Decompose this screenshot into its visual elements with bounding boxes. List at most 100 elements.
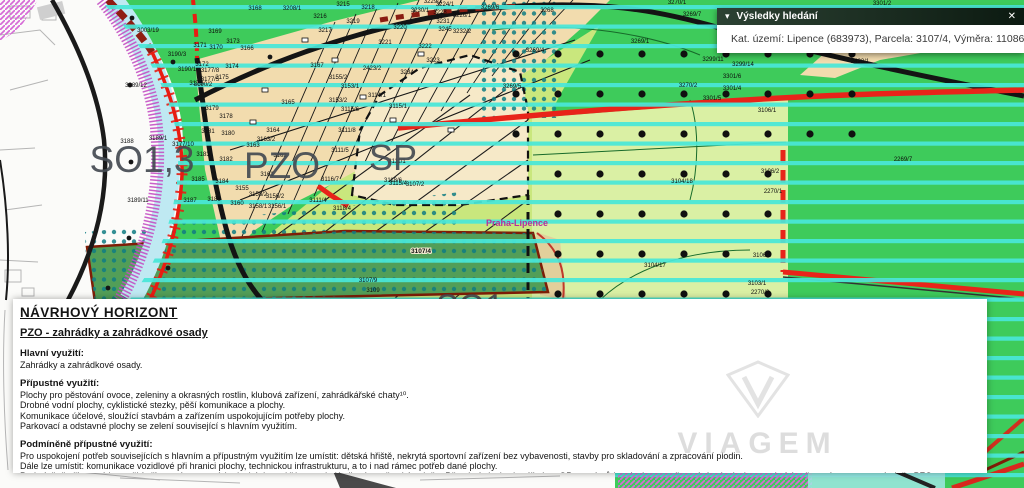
parcel-label: 3166 xyxy=(240,46,254,52)
parcel-label: 3226/1 xyxy=(453,13,472,19)
parcel-label: 3301/4 xyxy=(723,86,742,92)
parcel-label: 3183 xyxy=(196,152,210,158)
parcel-label: 3116/7 xyxy=(321,177,340,183)
section-line: Pro uspokojení potřeb souvisejících s hl… xyxy=(20,451,977,461)
parcel-label: 3230/1 xyxy=(411,8,430,14)
parcel-label: 3111/8 xyxy=(338,128,356,134)
parcel-label: 2423/1 xyxy=(851,59,870,65)
search-result-row[interactable]: Kat. území: Lipence (683973), Parcela: 3… xyxy=(717,25,1024,53)
parcel-label: 3182 xyxy=(219,157,233,163)
parcel-label: 3168 xyxy=(248,6,262,12)
parcel-label: 3189/12 xyxy=(125,83,147,89)
parcel-label: 3229/2 xyxy=(424,0,443,5)
parcel-label: 3170 xyxy=(209,45,223,51)
parcel-label: 3269/1 xyxy=(631,39,650,45)
parcel-label: 3107/2 xyxy=(406,182,425,188)
parcel-label: 3106/3 xyxy=(753,253,772,259)
parcel-label: 3190/2 xyxy=(194,82,213,88)
parcel-label: 3180 xyxy=(221,131,235,137)
parcel-label: 3164 xyxy=(266,128,280,134)
parcel-label: 3186 xyxy=(207,197,221,203)
parcel-label: 3220 xyxy=(393,25,407,31)
close-panel-icon[interactable]: ✕ xyxy=(1008,11,1016,22)
parcel-label: 3174 xyxy=(225,64,239,70)
parcel-label: 3156/2 xyxy=(266,194,285,200)
parcel-label: 3301/5 xyxy=(703,96,722,102)
parcel-label: 3178 xyxy=(219,114,233,120)
zoning-info-panel: NÁVRHOVÝ HORIZONT PZO - zahrádky a zahrá… xyxy=(13,299,987,473)
parcel-label: 3231 xyxy=(436,19,450,25)
parcel-label: 3218 xyxy=(361,5,375,11)
parcel-label: 3106/1 xyxy=(758,108,777,114)
parcel-label: 3215 xyxy=(336,2,350,8)
parcel-label: 3111/5 xyxy=(331,148,349,154)
parcel-label: 3269/7 xyxy=(683,12,702,18)
section-line: Plochy pro pěstování ovoce, zeleniny a o… xyxy=(20,390,977,400)
parcel-label: 3187 xyxy=(183,198,197,204)
parcel-label: 3217 xyxy=(318,28,332,34)
orchard-dots-east xyxy=(532,150,788,300)
section-heading-permitted-use: Přípustné využití: xyxy=(20,378,977,389)
section-line: Drobné vodní plochy, cyklistické stezky,… xyxy=(20,400,977,410)
parcel-label: 3165 xyxy=(281,100,295,106)
parcel-label: 3109 xyxy=(366,288,380,294)
parcel-label: 3232/2 xyxy=(453,29,472,35)
parcel-label: 3221 xyxy=(378,40,392,46)
parcel-label: 3234 xyxy=(400,70,414,76)
parcel-label: 2423/2 xyxy=(363,66,382,72)
parcel-label: 3299/14 xyxy=(732,62,754,68)
zone-label: PZO xyxy=(244,145,320,186)
parcel-label: 3181 xyxy=(201,129,215,135)
parcel-label: 3158/1 xyxy=(249,204,268,210)
panel-subtitle: PZO - zahrádky a zahrádkové osady xyxy=(20,327,977,339)
parcel-label: 3190/3 xyxy=(168,52,187,58)
zone-label: SP xyxy=(369,137,417,178)
parcel-label: 3167 xyxy=(310,63,324,69)
search-results-title: Výsledky hledání xyxy=(737,11,818,22)
search-results-header[interactable]: ▾ Výsledky hledání ✕ xyxy=(717,8,1024,25)
parcel-label: 3169 xyxy=(208,29,222,35)
parcel-label: 3189/11 xyxy=(127,198,149,204)
parcel-label: 2269/7 xyxy=(894,157,913,163)
caret-down-icon: ▾ xyxy=(725,11,730,22)
parcel-label: 3111/4 xyxy=(309,198,327,204)
parcel-label: 3155/2 xyxy=(329,75,348,81)
parcel-label: 3107/9 xyxy=(359,278,378,284)
search-results-panel: ▾ Výsledky hledání ✕ Kat. území: Lipence… xyxy=(717,8,1024,53)
parcel-label: 3115/6 xyxy=(341,107,360,113)
parcel-label: 3245 xyxy=(438,27,452,33)
parcel-label: 3156/1 xyxy=(268,204,287,210)
zone-label: SO1,3 xyxy=(90,139,195,180)
parcel-label: 3184 xyxy=(215,179,229,185)
parcel-label: 3177/8 xyxy=(201,68,220,74)
parcel-label: 3160 xyxy=(230,201,244,207)
parcel-label: 3153/2 xyxy=(329,98,348,104)
parcel-label: 3228 xyxy=(433,10,447,16)
parcel-label: 3114/1 xyxy=(368,93,387,99)
parcel-label: 3115/1 xyxy=(389,104,408,110)
search-result-text: Kat. území: Lipence (683973), Parcela: 3… xyxy=(731,33,1024,45)
parcel-label: 3104/18 xyxy=(671,179,693,185)
parcel-label: 3269/5 xyxy=(503,84,522,90)
parcel-label: 3179 xyxy=(205,106,219,112)
parcel-label: 3118/4 xyxy=(333,206,352,212)
parcel-label: 3155 xyxy=(235,186,249,192)
section-heading-main-use: Hlavní využití: xyxy=(20,348,977,359)
parcel-label: 3153/1 xyxy=(341,84,360,90)
section-heading-conditional-use: Podmíněně přípustné využití: xyxy=(20,439,977,450)
section-line: Zahrádky a zahrádkové osady. xyxy=(20,360,977,370)
parcel-label: 3269/4 xyxy=(526,48,545,54)
parcel-label: 3190/1 xyxy=(178,67,197,73)
parcel-label: 3106/2 xyxy=(761,169,780,175)
place-label: Praha-Lipence xyxy=(486,218,548,228)
parcel-label: 2270/2 xyxy=(751,290,770,296)
map-application: 31883189/13177/1031813180318331823164316… xyxy=(0,0,1024,488)
panel-title: NÁVRHOVÝ HORIZONT xyxy=(20,305,977,320)
parcel-label: 3270/1 xyxy=(668,0,687,6)
parcel-label: 3222 xyxy=(418,44,432,50)
parcel-label: 3299/11 xyxy=(702,57,724,63)
selected-parcel-label: 3107/4 xyxy=(411,248,431,255)
parcel-label: 3269/6 xyxy=(481,5,500,11)
parcel-label: 3223 xyxy=(426,58,440,64)
section-line: Podmíněně přípustné je využití přípustné… xyxy=(20,471,977,473)
